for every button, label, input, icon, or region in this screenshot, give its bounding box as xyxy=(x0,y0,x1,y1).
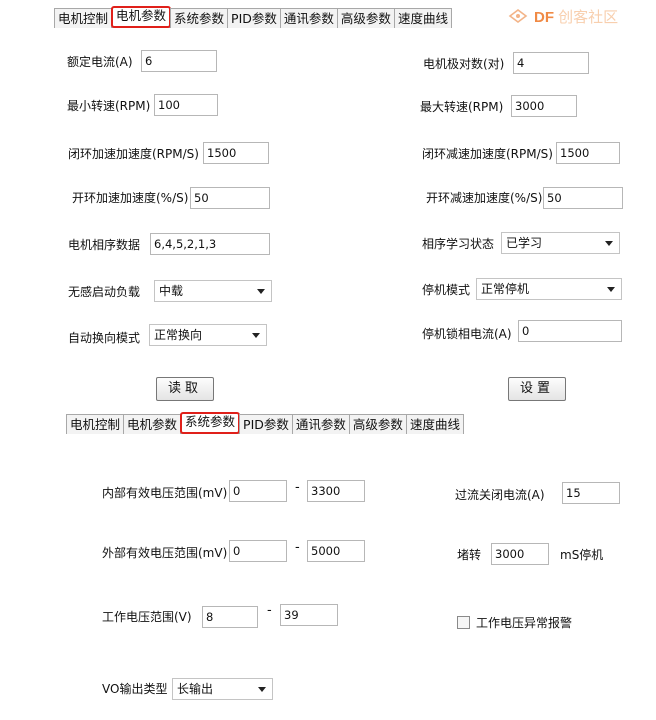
max-speed-label: 最大转速(RPM) xyxy=(420,100,504,114)
tab-speed-curve-2[interactable]: 速度曲线 xyxy=(405,414,464,434)
phase-learn-value: 已学习 xyxy=(506,236,543,250)
rated-current-label: 额定电流(A) xyxy=(67,55,133,69)
tab-system-params[interactable]: 系统参数 xyxy=(170,8,229,28)
stop-lock-current-label: 停机锁相电流(A) xyxy=(422,327,512,341)
tab-advanced-params[interactable]: 高级参数 xyxy=(336,8,395,28)
open-accel-label: 开环加速加速度(%/S) xyxy=(72,191,189,205)
chevron-down-icon xyxy=(607,287,615,292)
min-speed-label: 最小转速(RPM) xyxy=(67,99,151,113)
max-speed-input[interactable] xyxy=(511,95,577,117)
sensorless-load-value: 中载 xyxy=(159,284,184,298)
set-button[interactable]: 设置 xyxy=(508,377,566,401)
range-dash: - xyxy=(295,480,300,495)
external-voltage-label: 外部有效电压范围(mV) xyxy=(102,546,228,560)
phase-learn-label: 相序学习状态 xyxy=(422,237,495,251)
internal-voltage-max-input[interactable] xyxy=(307,480,365,502)
external-voltage-min-input[interactable] xyxy=(229,540,287,562)
closed-decel-input[interactable] xyxy=(556,142,620,164)
motor-params-panel: 电机控制 电机参数 系统参数 PID参数 通讯参数 高级参数 速度曲线 DF 创… xyxy=(0,0,656,410)
watermark: DF 创客社区 xyxy=(508,6,618,27)
external-voltage-max-input[interactable] xyxy=(307,540,365,562)
vo-output-select[interactable]: 长输出 xyxy=(172,678,273,700)
closed-accel-label: 闭环加速加速度(RPM/S) xyxy=(68,147,199,161)
work-voltage-min-input[interactable] xyxy=(202,606,258,628)
df-logo-icon xyxy=(508,9,528,23)
voltage-alarm-checkbox[interactable] xyxy=(457,616,470,629)
stop-lock-current-input[interactable] xyxy=(518,320,622,342)
stop-mode-value: 正常停机 xyxy=(481,282,530,296)
overcurrent-label: 过流关闭电流(A) xyxy=(455,488,545,502)
sensorless-load-select[interactable]: 中载 xyxy=(154,280,272,302)
read-button[interactable]: 读取 xyxy=(156,377,214,401)
tab-system-params-2[interactable]: 系统参数 xyxy=(180,412,241,434)
phase-learn-select[interactable]: 已学习 xyxy=(501,232,620,254)
rated-current-input[interactable] xyxy=(141,50,217,72)
range-dash: - xyxy=(267,603,272,618)
stop-mode-label: 停机模式 xyxy=(422,283,471,297)
phase-seq-input[interactable] xyxy=(150,233,270,255)
voltage-alarm-label: 工作电压异常报警 xyxy=(476,616,573,630)
internal-voltage-min-input[interactable] xyxy=(229,480,287,502)
tab-motor-params[interactable]: 电机参数 xyxy=(111,6,172,28)
stall-label: 堵转 xyxy=(457,548,482,562)
system-params-panel: 电机控制 电机参数 系统参数 PID参数 通讯参数 高级参数 速度曲线 内部有效… xyxy=(0,410,656,720)
tab-speed-curve[interactable]: 速度曲线 xyxy=(393,8,452,28)
auto-commutation-select[interactable]: 正常换向 xyxy=(149,324,267,346)
vo-output-value: 长输出 xyxy=(177,682,214,696)
chevron-down-icon xyxy=(252,333,260,338)
chevron-down-icon xyxy=(605,241,613,246)
chevron-down-icon xyxy=(257,289,265,294)
phase-seq-label: 电机相序数据 xyxy=(68,238,141,252)
auto-commutation-label: 自动换向模式 xyxy=(68,331,141,345)
vo-output-label: VO输出类型 xyxy=(102,682,168,696)
stop-mode-select[interactable]: 正常停机 xyxy=(476,278,622,300)
overcurrent-input[interactable] xyxy=(562,482,620,504)
min-speed-input[interactable] xyxy=(154,94,218,116)
tab-bar-top: 电机控制 电机参数 系统参数 PID参数 通讯参数 高级参数 速度曲线 xyxy=(54,6,452,28)
open-decel-input[interactable] xyxy=(543,187,623,209)
internal-voltage-label: 内部有效电压范围(mV) xyxy=(102,486,228,500)
tab-bar-bottom: 电机控制 电机参数 系统参数 PID参数 通讯参数 高级参数 速度曲线 xyxy=(66,412,464,434)
work-voltage-label: 工作电压范围(V) xyxy=(102,610,192,624)
tab-motor-control-2[interactable]: 电机控制 xyxy=(66,414,125,434)
stall-suffix: mS停机 xyxy=(560,548,604,562)
watermark-df: DF xyxy=(534,9,554,26)
range-dash: - xyxy=(295,540,300,555)
work-voltage-max-input[interactable] xyxy=(280,604,338,626)
tab-comm-params[interactable]: 通讯参数 xyxy=(279,8,338,28)
tab-advanced-params-2[interactable]: 高级参数 xyxy=(348,414,407,434)
open-decel-label: 开环减速加速度(%/S) xyxy=(426,191,543,205)
tab-motor-control[interactable]: 电机控制 xyxy=(54,8,113,28)
chevron-down-icon xyxy=(258,687,266,692)
auto-commutation-value: 正常换向 xyxy=(154,328,203,342)
watermark-text: 创客社区 xyxy=(558,9,619,26)
tab-pid-params[interactable]: PID参数 xyxy=(227,8,281,28)
closed-accel-input[interactable] xyxy=(203,142,269,164)
open-accel-input[interactable] xyxy=(190,187,270,209)
pole-pairs-input[interactable] xyxy=(513,52,589,74)
tab-motor-params-2[interactable]: 电机参数 xyxy=(123,414,182,434)
stall-input[interactable] xyxy=(491,543,549,565)
tab-pid-params-2[interactable]: PID参数 xyxy=(239,414,293,434)
tab-comm-params-2[interactable]: 通讯参数 xyxy=(291,414,350,434)
sensorless-load-label: 无感启动负载 xyxy=(68,285,141,299)
closed-decel-label: 闭环减速加速度(RPM/S) xyxy=(422,147,553,161)
pole-pairs-label: 电机极对数(对) xyxy=(423,57,505,71)
